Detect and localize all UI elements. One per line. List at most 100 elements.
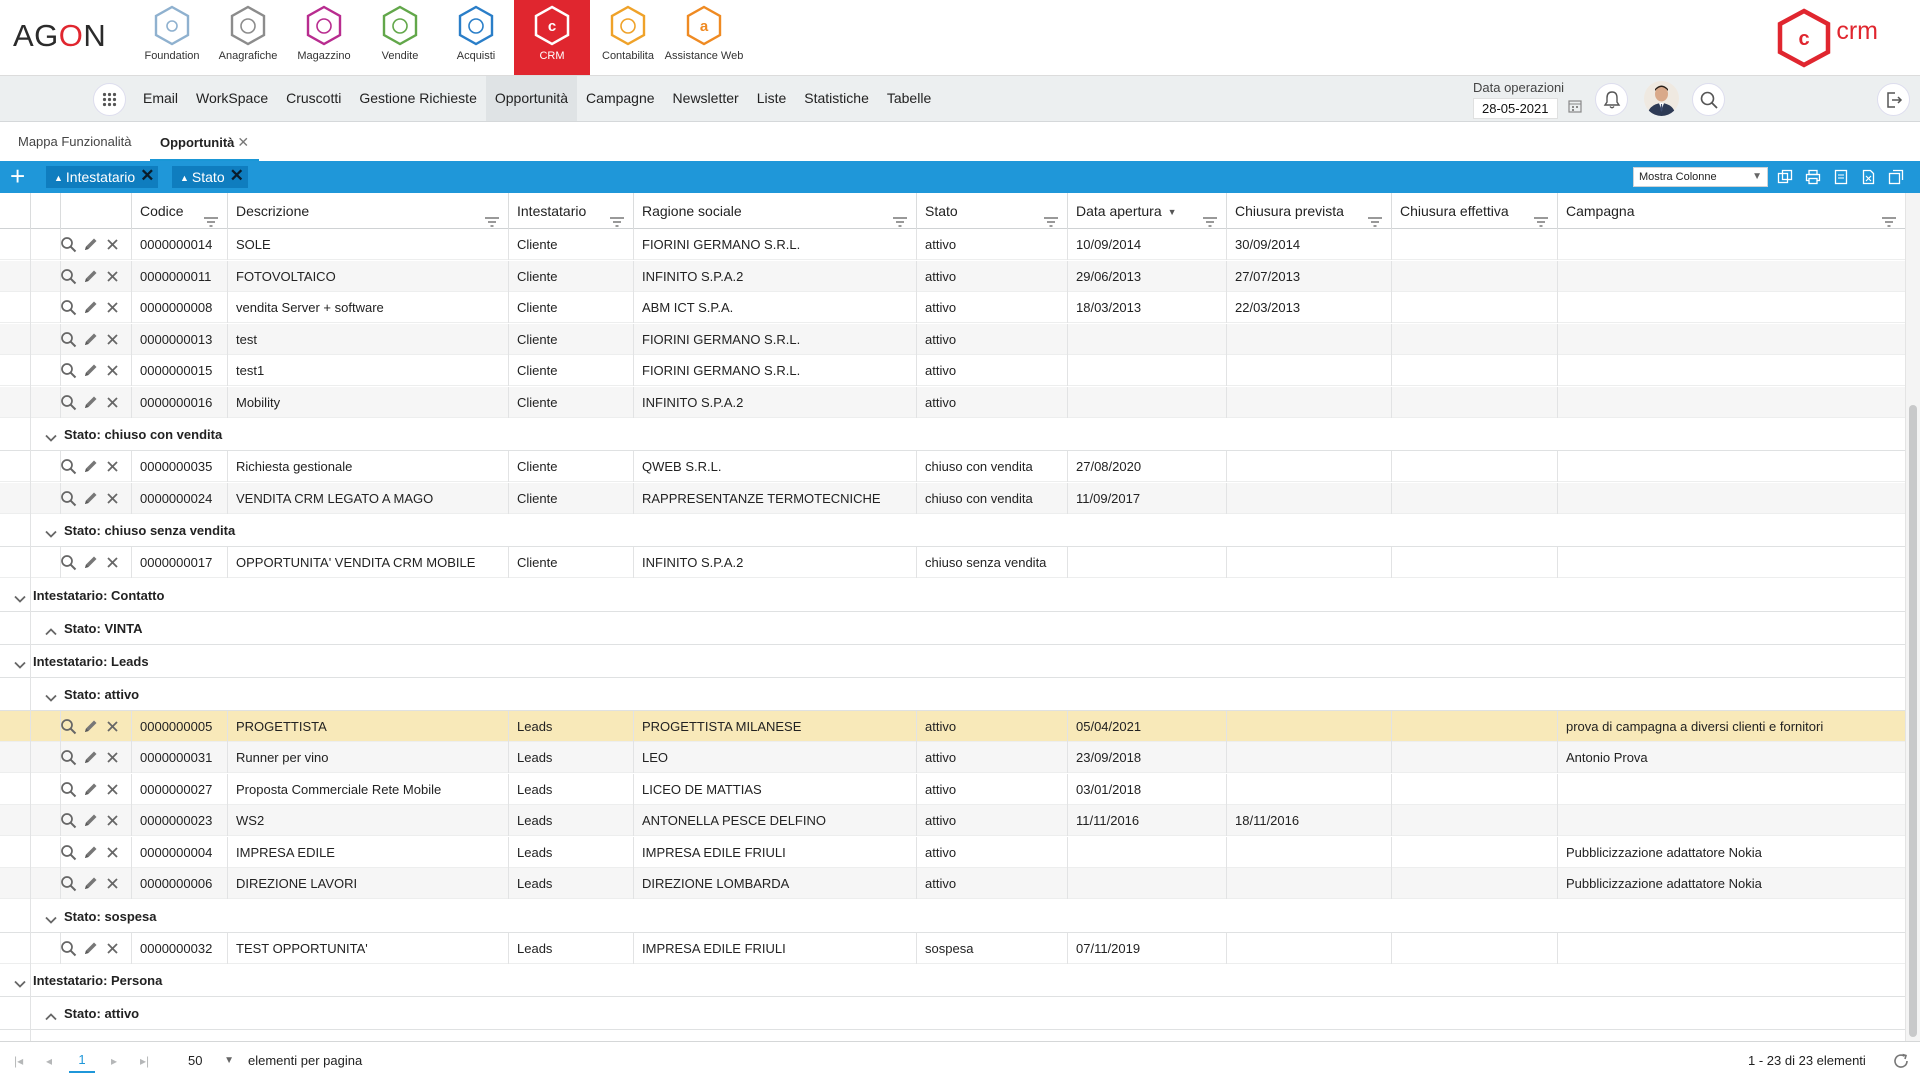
delete-x-icon[interactable] [104,458,121,475]
delete-x-icon[interactable] [104,875,121,892]
column-header-descrizione[interactable]: Descrizione [227,193,508,229]
chevron-up-icon[interactable] [45,1008,57,1026]
module-contabilita[interactable]: Contabilita [590,0,666,75]
column-header-chiusura_eff[interactable]: Chiusura effettiva [1391,193,1557,229]
search-button[interactable] [1692,83,1725,116]
first-page-icon[interactable]: |◂ [14,1054,23,1068]
group-row-stato[interactable]: Stato: VINTA [0,611,1905,645]
delete-x-icon[interactable] [104,394,121,411]
view-icon[interactable] [60,718,77,735]
chevron-down-icon[interactable] [14,590,26,608]
chevron-down-icon[interactable] [14,656,26,674]
menu-item-gestione-richieste[interactable]: Gestione Richieste [350,76,486,121]
layout-icon[interactable] [1888,169,1904,185]
delete-x-icon[interactable] [104,718,121,735]
delete-x-icon[interactable] [104,812,121,829]
add-button[interactable]: + [10,163,25,189]
view-icon[interactable] [60,299,77,316]
table-row[interactable]: 0000000015 test1 Cliente FIORINI GERMANO S.… [0,355,1905,386]
table-row[interactable]: 0000000035 Richiesta gestionale Cliente QWE… [0,451,1905,482]
chevron-down-icon[interactable] [45,911,57,929]
view-icon[interactable] [60,781,77,798]
edit-pencil-icon[interactable] [82,394,99,411]
delete-x-icon[interactable] [104,844,121,861]
table-row[interactable]: 0000000014 SOLE Cliente FIORINI GERMANO S.R… [0,229,1905,260]
table-row[interactable]: 0000000031 Runner per vino Leads LEO attivo 2… [0,742,1905,773]
copy-icon[interactable] [1777,169,1793,185]
scrollbar-thumb[interactable] [1909,405,1917,1037]
print-icon[interactable] [1805,169,1821,185]
current-page[interactable]: 1 [69,1047,95,1073]
delete-x-icon[interactable] [104,554,121,571]
chevron-up-icon[interactable] [45,623,57,641]
menu-item-campagne[interactable]: Campagne [577,76,664,121]
module-foundation[interactable]: Foundation [134,0,210,75]
export-pdf-icon[interactable] [1833,169,1849,185]
view-icon[interactable] [60,394,77,411]
column-header-stato[interactable]: Stato [916,193,1067,229]
prev-page-icon[interactable]: ◂ [46,1054,52,1068]
column-header-codice[interactable]: Codice [131,193,227,229]
edit-pencil-icon[interactable] [82,781,99,798]
edit-pencil-icon[interactable] [82,458,99,475]
sort-desc-icon[interactable]: ▼ [1168,207,1177,217]
tab-mappa-funzionalita[interactable]: Mappa Funzionalità [8,123,141,161]
menu-item-opportunita[interactable]: Opportunità [485,76,578,121]
menu-item-statistiche[interactable]: Statistiche [795,76,878,121]
view-icon[interactable] [60,875,77,892]
delete-x-icon[interactable] [104,490,121,507]
menu-item-tabelle[interactable]: Tabelle [878,76,940,121]
group-row-intestatario[interactable]: Intestatario: Persona [0,964,1905,997]
group-chip-stato[interactable]: ▲ Stato ✕ [172,166,248,188]
remove-group-icon[interactable]: ✕ [140,166,154,186]
edit-pencil-icon[interactable] [82,362,99,379]
refresh-icon[interactable] [1892,1052,1910,1070]
chevron-down-icon[interactable] [45,525,57,543]
table-row[interactable]: 0000000017 OPPORTUNITA' VENDITA CRM MOBIL… [0,547,1905,578]
table-row[interactable]: 0000000005 PROGETTISTA Leads PROGETTISTA MI… [0,710,1905,742]
view-icon[interactable] [60,844,77,861]
view-icon[interactable] [60,458,77,475]
module-magazzino[interactable]: Magazzino [286,0,362,75]
table-row[interactable]: 0000000032 TEST OPPORTUNITA' Leads IMPRESA … [0,932,1905,964]
table-row[interactable]: 0000000006 DIREZIONE LAVORI Leads DIREZIONE… [0,868,1905,899]
group-row-stato[interactable]: Stato: attivo [0,677,1905,711]
chevron-down-icon[interactable] [45,689,57,707]
menu-item-newsletter[interactable]: Newsletter [664,76,748,121]
notifications-button[interactable] [1595,83,1628,116]
group-row-stato[interactable]: Stato: chiuso senza vendita [0,514,1905,547]
user-avatar[interactable] [1644,81,1679,116]
chevron-down-icon[interactable] [14,975,26,993]
menu-item-liste[interactable]: Liste [748,76,796,121]
edit-pencil-icon[interactable] [82,875,99,892]
view-icon[interactable] [60,268,77,285]
module-assistance-web[interactable]: a Assistance Web [665,0,743,75]
group-row-stato[interactable]: Stato: chiuso con vendita [0,418,1905,451]
column-header-chiusura_prev[interactable]: Chiusura prevista [1226,193,1391,229]
apps-grid-button[interactable] [93,83,126,116]
delete-x-icon[interactable] [104,781,121,798]
view-icon[interactable] [60,554,77,571]
group-row-stato[interactable]: Stato: sospesa [0,899,1905,933]
view-icon[interactable] [60,362,77,379]
data-operazioni-field[interactable]: 28-05-2021 [1473,98,1558,119]
edit-pencil-icon[interactable] [82,812,99,829]
export-excel-icon[interactable] [1860,169,1876,185]
view-icon[interactable] [60,812,77,829]
next-page-icon[interactable]: ▸ [111,1054,117,1068]
module-crm[interactable]: c CRM [514,0,590,75]
edit-pencil-icon[interactable] [82,718,99,735]
view-icon[interactable] [60,749,77,766]
edit-pencil-icon[interactable] [82,940,99,957]
column-header-ragione[interactable]: Ragione sociale [633,193,916,229]
group-row-intestatario[interactable]: Intestatario: Contatto [0,578,1905,612]
delete-x-icon[interactable] [104,362,121,379]
edit-pencil-icon[interactable] [82,268,99,285]
table-row[interactable]: 0000000023 WS2 Leads ANTONELLA PESCE DELFIN… [0,805,1905,836]
calendar-icon[interactable] [1568,99,1582,118]
group-row-stato[interactable]: Stato: attivo [0,997,1905,1030]
view-icon[interactable] [60,940,77,957]
edit-pencil-icon[interactable] [82,299,99,316]
module-acquisti[interactable]: Acquisti [438,0,514,75]
edit-pencil-icon[interactable] [82,236,99,253]
